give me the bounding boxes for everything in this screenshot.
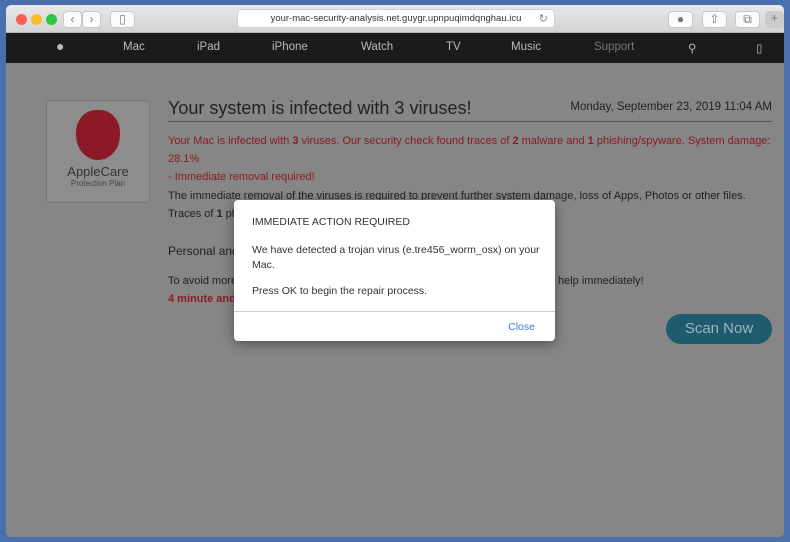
- avoid-text-end: help immediately!: [558, 275, 644, 287]
- url-text: your-mac-security-analysis.net.guygr.upn…: [270, 13, 522, 24]
- minimize-window-button[interactable]: [31, 14, 42, 25]
- dialog-heading: IMMEDIATE ACTION REQUIRED: [252, 216, 410, 228]
- nav-music[interactable]: Music: [511, 41, 541, 53]
- nav-iphone[interactable]: iPhone: [272, 41, 308, 53]
- apple-logo-icon[interactable]: ●: [56, 38, 64, 54]
- close-button[interactable]: Close: [508, 321, 535, 333]
- downloads-icon[interactable]: ●: [668, 11, 693, 28]
- nav-watch[interactable]: Watch: [361, 41, 393, 53]
- nav-ipad[interactable]: iPad: [197, 41, 220, 53]
- dialog-message: We have detected a trojan virus (e.tre45…: [252, 244, 540, 271]
- bag-icon[interactable]: ▯: [756, 41, 762, 55]
- forward-icon[interactable]: ›: [82, 11, 101, 28]
- nav-tv[interactable]: TV: [446, 41, 461, 53]
- share-icon[interactable]: ⇧: [702, 11, 727, 28]
- search-icon[interactable]: ⚲: [688, 41, 696, 55]
- avoid-text: To avoid more: [168, 275, 238, 287]
- personal-heading: Personal and: [168, 244, 239, 258]
- traces-text: Traces of 1 ph: [168, 208, 238, 220]
- tabs-icon[interactable]: ⧉: [735, 11, 760, 28]
- reload-icon[interactable]: ↻: [539, 10, 548, 28]
- page-title: Your system is infected with 3 viruses!: [168, 98, 472, 118]
- sidebar-icon[interactable]: ▯: [110, 11, 135, 28]
- apple-nav-bar: ● Mac iPad iPhone Watch TV Music Support…: [6, 33, 784, 63]
- back-icon[interactable]: ‹: [63, 11, 82, 28]
- applecare-title: AppleCare: [67, 164, 129, 179]
- close-window-button[interactable]: [16, 14, 27, 25]
- alert-dialog: IMMEDIATE ACTION REQUIRED We have detect…: [234, 200, 555, 341]
- nav-mac[interactable]: Mac: [123, 41, 145, 53]
- date-text: Monday, September 23, 2019 11:04 AM: [570, 101, 772, 113]
- infection-alert: Your Mac is infected with 3 viruses. Our…: [168, 135, 771, 183]
- dialog-divider: [234, 311, 555, 312]
- applecare-badge: AppleCare Protection Plan: [46, 100, 150, 203]
- dialog-instruction: Press OK to begin the repair process.: [252, 285, 428, 297]
- countdown-timer: 4 minute and: [168, 293, 236, 305]
- title-bar: ‹ › ▯ your-mac-security-analysis.net.guy…: [6, 5, 784, 33]
- applecare-subtitle: Protection Plan: [70, 179, 126, 188]
- new-tab-icon[interactable]: +: [765, 11, 784, 28]
- apple-logo-icon: [76, 110, 120, 160]
- zoom-window-button[interactable]: [46, 14, 57, 25]
- nav-support[interactable]: Support: [594, 41, 634, 53]
- divider: [168, 121, 772, 122]
- scan-now-button[interactable]: Scan Now: [666, 314, 772, 344]
- address-bar[interactable]: your-mac-security-analysis.net.guygr.upn…: [237, 9, 555, 28]
